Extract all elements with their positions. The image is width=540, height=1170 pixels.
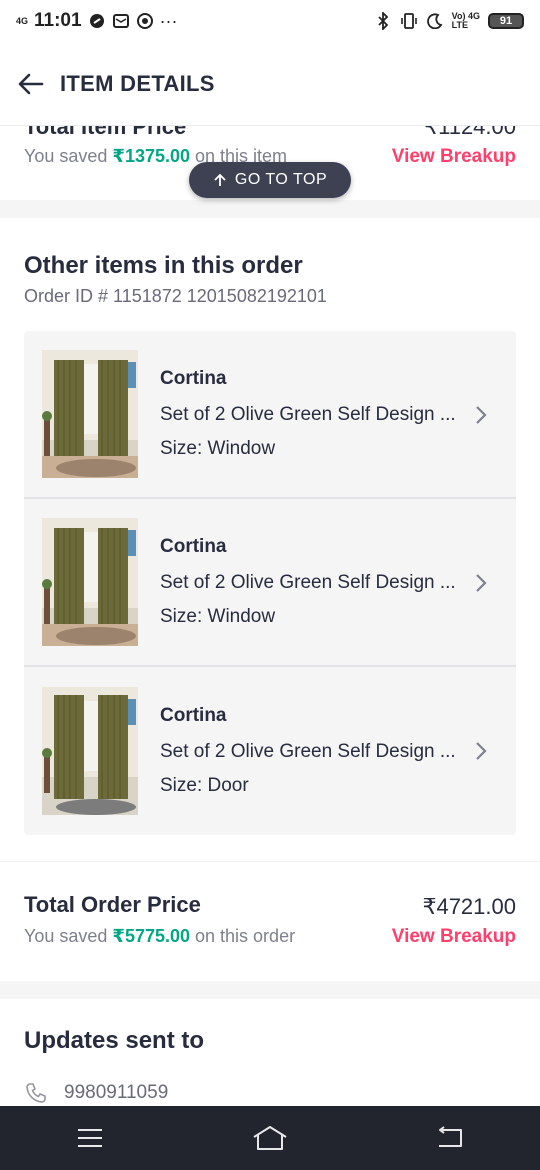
arrow-left-icon xyxy=(18,73,44,94)
item-view-breakup-link[interactable]: View Breakup xyxy=(392,146,516,168)
go-to-top-label: GO TO TOP xyxy=(234,171,328,188)
order-item-row[interactable]: Cortina Set of 2 Olive Green Self Design… xyxy=(24,331,516,499)
chevron-right-icon xyxy=(476,406,487,424)
total-order-section: Total Order Price ₹4721.00 You saved ₹57… xyxy=(0,861,540,981)
nav-back-button[interactable] xyxy=(420,1118,480,1158)
phone-number: 9980911059 xyxy=(64,1082,169,1103)
other-items-section: Other items in this order Order ID # 115… xyxy=(0,218,540,861)
item-description: Set of 2 Olive Green Self Design ... xyxy=(160,741,456,762)
total-order-title: Total Order Price xyxy=(24,892,201,917)
order-item-row[interactable]: Cortina Set of 2 Olive Green Self Design… xyxy=(24,499,516,667)
order-saved-amount: ₹5775.00 xyxy=(112,926,191,946)
section-divider xyxy=(0,200,540,218)
item-brand: Cortina xyxy=(160,705,227,726)
back-icon xyxy=(439,1126,462,1147)
item-size: Size: Door xyxy=(160,775,249,796)
updates-section: Updates sent to 9980911059 xyxy=(0,999,540,1105)
notification-icon xyxy=(88,12,106,30)
nav-menu-button[interactable] xyxy=(60,1118,120,1158)
order-saved-line: You saved ₹5775.00 on this order xyxy=(24,926,296,946)
order-id: Order ID # 1151872 12015082192101 xyxy=(24,286,327,306)
lte-indicator: Vo) 4G LTE xyxy=(451,11,480,30)
home-icon xyxy=(253,1126,287,1150)
item-size: Size: Window xyxy=(160,606,276,627)
phone-row: 9980911059 xyxy=(24,1081,516,1105)
chevron-right-icon xyxy=(476,574,487,592)
back-button[interactable] xyxy=(16,69,46,99)
battery-icon: 91 xyxy=(488,13,524,29)
other-items-title: Other items in this order xyxy=(24,252,303,279)
order-view-breakup-link[interactable]: View Breakup xyxy=(392,926,516,948)
item-description: Set of 2 Olive Green Self Design ... xyxy=(160,572,456,593)
network-indicator: 4G xyxy=(16,15,29,26)
more-notifications: ··· xyxy=(159,10,178,31)
updates-title: Updates sent to xyxy=(24,1027,205,1054)
status-time: 11:01 xyxy=(34,10,82,31)
bluetooth-icon xyxy=(374,12,392,30)
total-order-amount: ₹4721.00 xyxy=(422,894,516,919)
product-image xyxy=(42,687,138,815)
mail-icon xyxy=(112,12,130,30)
product-image xyxy=(42,518,138,646)
nav-home-button[interactable] xyxy=(240,1118,300,1158)
moon-icon xyxy=(426,12,444,30)
item-size: Size: Window xyxy=(160,438,276,459)
item-price-title: Total Item Price xyxy=(24,126,187,139)
menu-icon xyxy=(78,1129,102,1147)
order-item-row[interactable]: Cortina Set of 2 Olive Green Self Design… xyxy=(24,667,516,835)
phone-icon xyxy=(26,1083,46,1103)
item-saved-amount: ₹1375.00 xyxy=(112,146,191,166)
section-divider xyxy=(0,981,540,999)
arrow-up-icon xyxy=(214,173,226,186)
page-title: ITEM DETAILS xyxy=(60,70,215,96)
go-to-top-button[interactable]: GO TO TOP xyxy=(189,162,351,198)
item-brand: Cortina xyxy=(160,536,227,557)
item-price-amount: ₹1124.00 xyxy=(424,126,516,139)
item-price-section: Total Item Price ₹1124.00 You saved ₹137… xyxy=(0,126,540,200)
product-image xyxy=(42,350,138,478)
vibrate-icon xyxy=(400,12,418,30)
app-header: ITEM DETAILS xyxy=(0,42,540,126)
items-list: Cortina Set of 2 Olive Green Self Design… xyxy=(24,331,516,835)
status-bar: 4G 11:01 ··· Vo) 4G LTE 91 xyxy=(0,0,540,42)
item-description: Set of 2 Olive Green Self Design ... xyxy=(160,404,456,425)
item-brand: Cortina xyxy=(160,368,227,389)
system-nav-bar xyxy=(0,1106,540,1170)
scroll-content[interactable]: Total Item Price ₹1124.00 You saved ₹137… xyxy=(0,126,540,1106)
chrome-icon xyxy=(136,12,154,30)
chevron-right-icon xyxy=(476,742,487,760)
